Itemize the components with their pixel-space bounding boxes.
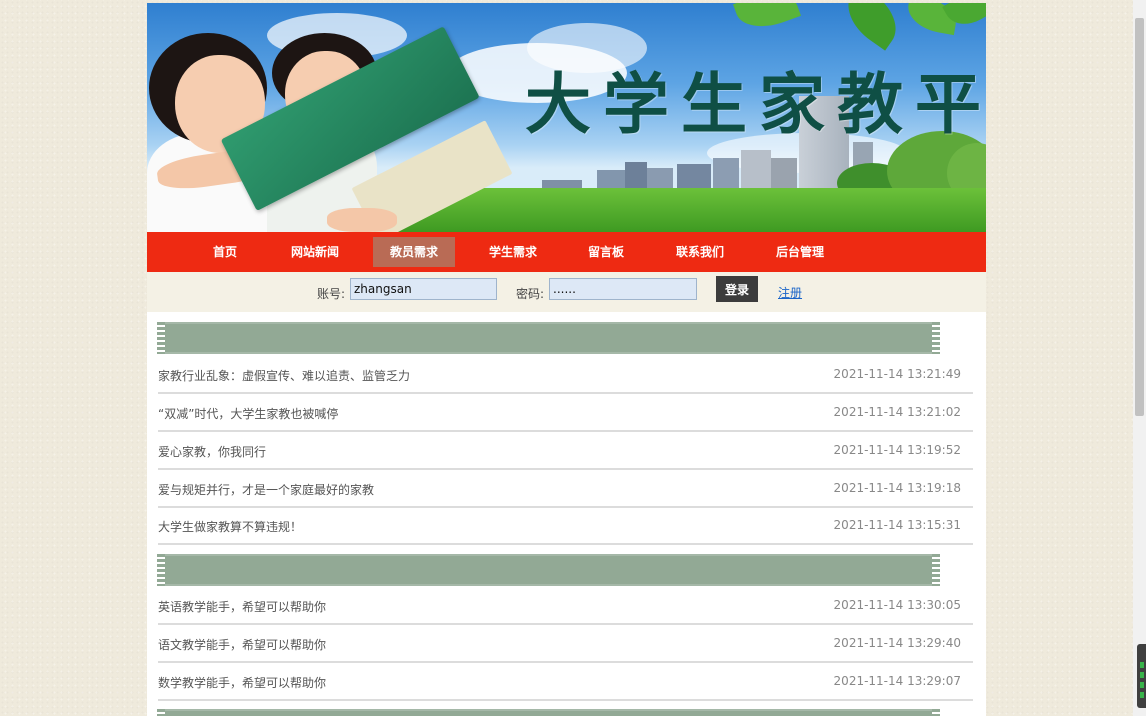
nav-item-tutor-demand[interactable]: 教员需求 [373, 237, 455, 267]
password-input[interactable] [549, 278, 697, 300]
nav-item-contact[interactable]: 联系我们 [667, 237, 733, 267]
list-item-title[interactable]: 英语教学能手，希望可以帮助你 [158, 598, 326, 615]
list-item[interactable]: “双减”时代，大学生家教也被喊停 2021-11-14 13:21:02 [158, 393, 973, 432]
scrollbar-thumb[interactable] [1135, 18, 1144, 416]
list-item-title[interactable]: 数学教学能手，希望可以帮助你 [158, 674, 326, 691]
nav-item-news[interactable]: 网站新闻 [282, 237, 348, 267]
list-item-date: 2021-11-14 13:19:18 [833, 481, 961, 495]
login-button[interactable]: 登录 [716, 276, 758, 302]
list-item[interactable]: 数学教学能手，希望可以帮助你 2021-11-14 13:29:07 [158, 662, 973, 701]
site-banner: 大学生家教平台 [147, 3, 986, 232]
list-item[interactable]: 爱心家教，你我同行 2021-11-14 13:19:52 [158, 431, 973, 470]
nav-item-student-demand[interactable]: 学生需求 [480, 237, 546, 267]
vertical-scrollbar[interactable] [1133, 0, 1146, 716]
list-item-date: 2021-11-14 13:15:31 [833, 518, 961, 532]
account-label: 账号: [317, 287, 346, 301]
account-input[interactable] [350, 278, 497, 300]
list-item-date: 2021-11-14 13:29:40 [833, 636, 961, 650]
list-item-date: 2021-11-14 13:19:52 [833, 443, 961, 457]
site-title: 大学生家教平台 [525, 65, 986, 143]
register-link[interactable]: 注册 [778, 284, 802, 301]
list-item-date: 2021-11-14 13:21:49 [833, 367, 961, 381]
page-container: 大学生家教平台 首页 网站新闻 教员需求 学生需求 留言板 联系我们 后台管理 … [147, 3, 986, 716]
system-tray-widget[interactable] [1137, 644, 1146, 708]
login-bar: 账号: 密码: 登录 注册 [147, 272, 986, 312]
list-item-title[interactable]: 爱与规矩并行，才是一个家庭最好的家教 [158, 481, 374, 498]
list-item-date: 2021-11-14 13:29:07 [833, 674, 961, 688]
list-item-title[interactable]: “双减”时代，大学生家教也被喊停 [158, 405, 338, 422]
section-header-bar [157, 322, 940, 354]
nav-item-message-board[interactable]: 留言板 [579, 237, 633, 267]
list-item[interactable]: 大学生做家教算不算违规！ 2021-11-14 13:15:31 [158, 506, 973, 545]
list-item[interactable]: 爱与规矩并行，才是一个家庭最好的家教 2021-11-14 13:19:18 [158, 469, 973, 508]
nav-item-admin[interactable]: 后台管理 [767, 237, 833, 267]
list-item-title[interactable]: 爱心家教，你我同行 [158, 443, 266, 460]
section-header-bar [157, 554, 940, 586]
nav-item-home[interactable]: 首页 [195, 237, 255, 267]
list-item-title[interactable]: 家教行业乱象：虚假宣传、难以追责、监管乏力 [158, 367, 410, 384]
section-header-bar [157, 709, 940, 716]
main-nav: 首页 网站新闻 教员需求 学生需求 留言板 联系我们 后台管理 [147, 232, 986, 272]
list-item[interactable]: 家教行业乱象：虚假宣传、难以追责、监管乏力 2021-11-14 13:21:4… [158, 355, 973, 394]
list-item[interactable]: 语文教学能手，希望可以帮助你 2021-11-14 13:29:40 [158, 624, 973, 663]
password-label: 密码: [516, 287, 545, 301]
content-area: 家教行业乱象：虚假宣传、难以追责、监管乏力 2021-11-14 13:21:4… [147, 312, 986, 716]
list-item-title[interactable]: 大学生做家教算不算违规！ [158, 518, 302, 535]
list-item[interactable]: 英语教学能手，希望可以帮助你 2021-11-14 13:30:05 [158, 586, 973, 625]
list-item-date: 2021-11-14 13:30:05 [833, 598, 961, 612]
list-item-date: 2021-11-14 13:21:02 [833, 405, 961, 419]
list-item-title[interactable]: 语文教学能手，希望可以帮助你 [158, 636, 326, 653]
